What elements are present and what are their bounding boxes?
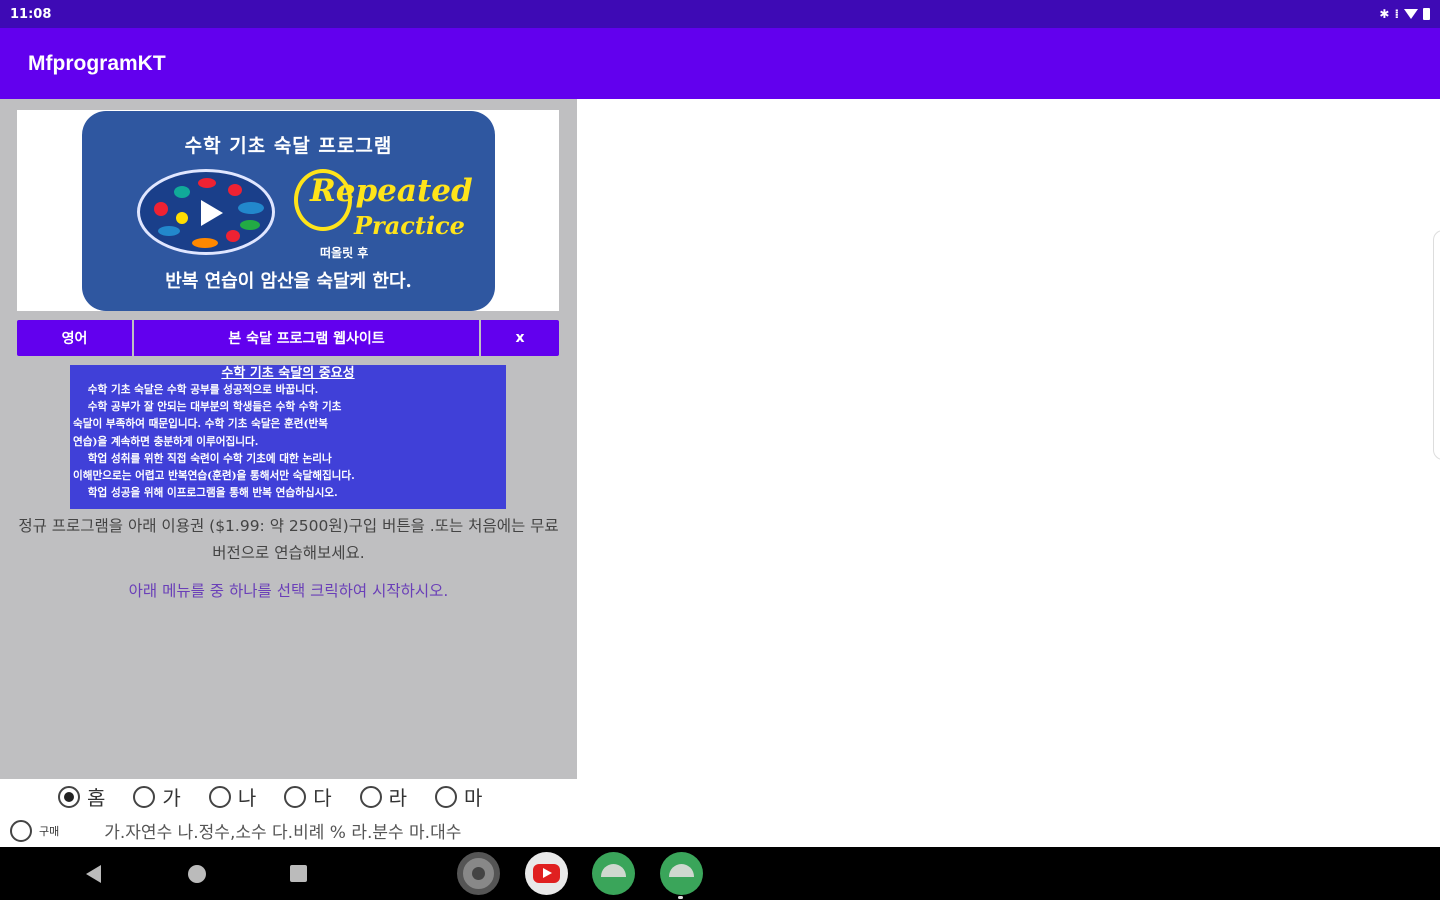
- play-icon: [201, 200, 223, 226]
- radio-ga[interactable]: 가: [133, 782, 181, 811]
- radio-home[interactable]: 홈: [58, 782, 105, 811]
- radio-button[interactable]: [359, 785, 382, 808]
- info-box: 수학 기초 숙달의 중요성 수학 기초 숙달은 수학 공부를 성공적으로 바꿉니…: [70, 365, 506, 509]
- home-icon[interactable]: [188, 865, 206, 883]
- logo-text-practice: Practice: [354, 211, 465, 240]
- banner-slogan: 반복 연습이 암산을 숙달케 한다.: [165, 271, 412, 292]
- menu-hint: 아래 메뉴를 중 하나를 선택 크릭하여 시작하시오.: [128, 582, 449, 600]
- buy-label: 구매: [39, 824, 60, 838]
- radio-label: 나: [237, 786, 257, 810]
- app-bar: MfprogramKT: [0, 28, 1440, 99]
- banner-image: 수학 기초 숙달 프로그램 Repeated Practice 떠올릿 후 반복…: [82, 111, 495, 311]
- buy-row: 구매 가.자연수 나.정수,소수 다.비례 % 라.분수 마.대수: [10, 818, 461, 843]
- english-button[interactable]: 영어: [17, 320, 134, 356]
- app-icon[interactable]: [592, 852, 635, 895]
- radio-ma[interactable]: 마: [435, 782, 482, 811]
- close-button[interactable]: x: [481, 320, 559, 356]
- radio-button[interactable]: [58, 785, 80, 808]
- logo-text-repeated: Repeated: [310, 173, 473, 209]
- recents-icon[interactable]: [290, 865, 307, 882]
- website-button[interactable]: 본 숙달 프로그램 웹사이트: [134, 320, 481, 356]
- radio-label: 가: [162, 786, 181, 810]
- radio-label: 다: [313, 786, 332, 810]
- info-body: 수학 기초 숙달은 수학 공부를 성공적으로 바꿉니다. 수학 공부가 잘 안되…: [73, 384, 355, 500]
- menu-legend: 가.자연수 나.정수,소수 다.비례 % 라.분수 마.대수: [104, 823, 462, 843]
- button-row: 영어 본 숙달 프로그램 웹사이트 x: [17, 320, 559, 356]
- radio-label: 홈: [87, 786, 106, 810]
- wifi-icon: [1404, 9, 1418, 19]
- radio-button[interactable]: [208, 785, 231, 808]
- youtube-icon[interactable]: [525, 852, 568, 895]
- info-title: 수학 기초 숙달의 중요성: [221, 366, 355, 381]
- radio-label: 라: [388, 786, 408, 810]
- status-bar: 11:08 ✱ ⁞: [0, 0, 1440, 28]
- main-panel: 수학 기초 숙달 프로그램 Repeated Practice 떠올릿 후 반복…: [0, 99, 577, 779]
- radio-button[interactable]: [133, 785, 156, 808]
- bluetooth-icon: ✱: [1379, 7, 1390, 21]
- radio-button[interactable]: [435, 785, 458, 808]
- radio-buy[interactable]: [10, 819, 32, 842]
- radio-label: 마: [464, 786, 483, 810]
- banner-small-text: 떠올릿 후: [320, 246, 369, 260]
- battery-icon: [1423, 8, 1430, 20]
- radio-da[interactable]: 다: [284, 782, 332, 811]
- side-panel-handle[interactable]: [1433, 230, 1440, 460]
- banner-container: 수학 기초 숙달 프로그램 Repeated Practice 떠올릿 후 반복…: [17, 110, 559, 311]
- status-time: 11:08: [10, 6, 52, 22]
- app-icon[interactable]: [660, 852, 703, 895]
- banner-title: 수학 기초 숙달 프로그램: [184, 135, 393, 157]
- radio-na[interactable]: 나: [208, 782, 257, 811]
- active-app-indicator: [678, 896, 683, 899]
- menu-radio-group: 홈 가 나 다 라 마: [58, 782, 510, 811]
- purchase-description: 정규 프로그램을 아래 이용권 ($1.99: 약 2500원)구입 버튼을 .…: [18, 517, 559, 562]
- app-title: MfprogramKT: [28, 51, 166, 75]
- navigation-bar: [0, 847, 1440, 900]
- back-icon[interactable]: [86, 865, 101, 883]
- vibrate-icon: ⁞: [1394, 7, 1399, 21]
- math-globe-icon: [137, 169, 275, 255]
- status-icons: ✱ ⁞: [1379, 7, 1430, 21]
- settings-icon[interactable]: [457, 852, 500, 895]
- radio-button[interactable]: [284, 785, 307, 808]
- radio-ra[interactable]: 라: [359, 782, 408, 811]
